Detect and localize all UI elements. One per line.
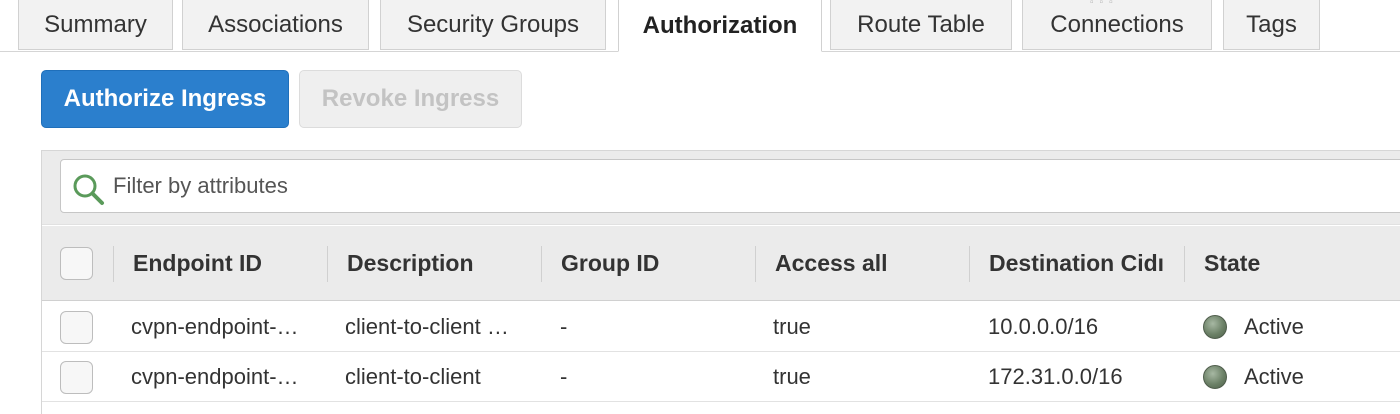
filter-input[interactable]: Filter by attributes xyxy=(60,159,1400,213)
cell-endpoint-id: cvpn-endpoint-… xyxy=(131,314,299,339)
column-header-group-id[interactable]: Group ID xyxy=(561,226,751,301)
row-checkbox[interactable] xyxy=(60,311,93,344)
tab-bar: Summary Associations Security Groups Aut… xyxy=(0,0,1400,52)
column-header-state[interactable]: State xyxy=(1204,226,1324,301)
cell-endpoint-id: cvpn-endpoint-… xyxy=(131,364,299,389)
tab-tags[interactable]: Tags xyxy=(1223,0,1320,50)
column-header-access-all[interactable]: Access all xyxy=(775,226,965,301)
row-checkbox[interactable] xyxy=(60,361,93,394)
filter-bar: Filter by attributes xyxy=(42,151,1400,225)
tab-associations[interactable]: Associations xyxy=(182,0,369,50)
cell-state: Active xyxy=(1244,314,1304,339)
tab-authorization[interactable]: Authorization xyxy=(618,0,822,52)
column-header-description[interactable]: Description xyxy=(347,226,537,301)
column-header-destination-cidr[interactable]: Destination Cidı xyxy=(989,226,1167,301)
cell-group-id: - xyxy=(560,364,568,389)
tab-overflow-dots: ▫▫▫ xyxy=(1090,0,1119,8)
table-header: Endpoint ID Description Group ID Access … xyxy=(42,226,1400,301)
select-all-checkbox[interactable] xyxy=(60,247,93,280)
status-dot-icon xyxy=(1203,315,1227,339)
table-row[interactable]: cvpn-endpoint-… client-to-client - true … xyxy=(42,352,1400,402)
cell-access-all: true xyxy=(773,364,811,389)
column-divider xyxy=(541,246,542,282)
column-divider xyxy=(1184,246,1185,282)
column-divider xyxy=(969,246,970,282)
authorization-table-panel: Filter by attributes Endpoint ID Descrip… xyxy=(41,150,1400,414)
column-header-endpoint-id[interactable]: Endpoint ID xyxy=(133,226,323,301)
column-divider xyxy=(327,246,328,282)
search-icon xyxy=(73,174,104,205)
cell-destination-cidr: 10.0.0.0/16 xyxy=(988,314,1099,339)
tab-route-table[interactable]: Route Table xyxy=(830,0,1012,50)
cell-description: client-to-client xyxy=(345,364,481,389)
column-divider xyxy=(113,246,114,282)
status-dot-icon xyxy=(1203,365,1227,389)
revoke-ingress-button: Revoke Ingress xyxy=(299,70,522,128)
column-divider xyxy=(755,246,756,282)
authorize-ingress-button[interactable]: Authorize Ingress xyxy=(41,70,289,128)
cell-state: Active xyxy=(1244,364,1304,389)
table-row[interactable]: cvpn-endpoint-… client-to-client … - tru… xyxy=(42,302,1400,352)
tab-summary[interactable]: Summary xyxy=(18,0,173,50)
cell-destination-cidr: 172.31.0.0/16 xyxy=(988,364,1123,389)
cell-description: client-to-client … xyxy=(345,314,509,339)
filter-placeholder: Filter by attributes xyxy=(113,173,288,198)
cell-access-all: true xyxy=(773,314,811,339)
tab-security-groups[interactable]: Security Groups xyxy=(380,0,606,50)
cell-group-id: - xyxy=(560,314,568,339)
